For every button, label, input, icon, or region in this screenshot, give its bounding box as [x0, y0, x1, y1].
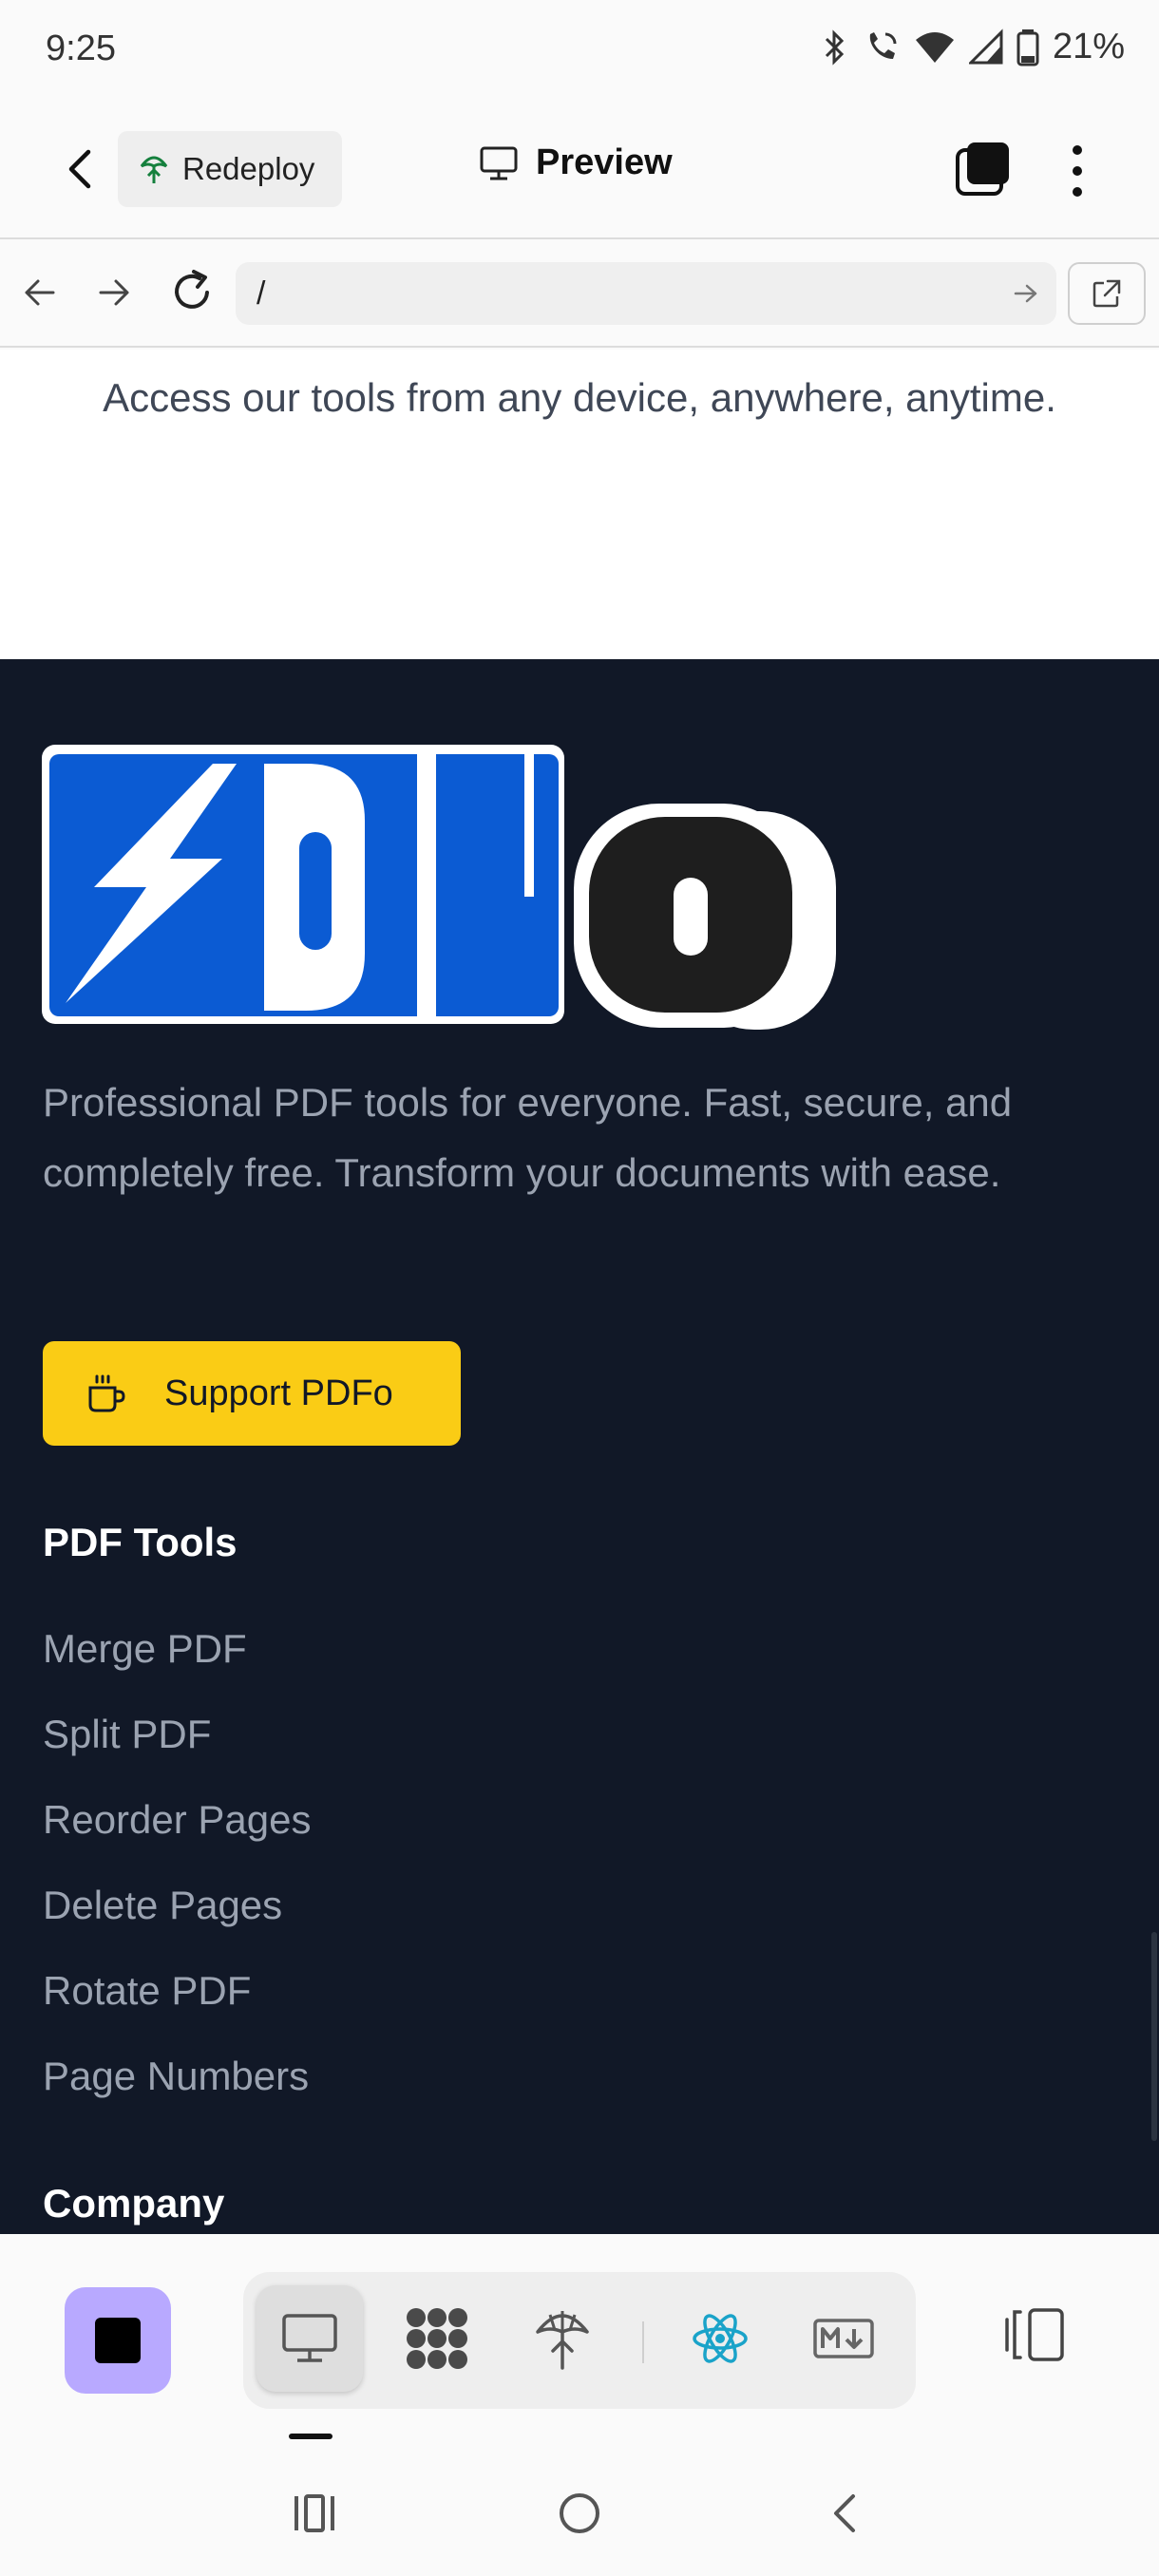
page-scrollbar[interactable] — [1151, 1932, 1157, 2141]
tabs-icon — [956, 142, 1009, 196]
deploy-icon — [140, 156, 168, 183]
browser-back-button[interactable] — [21, 272, 59, 318]
bluetooth-icon — [825, 28, 845, 66]
monitor-icon — [480, 146, 518, 180]
recents-icon — [294, 2494, 334, 2532]
pdfo-logo — [42, 745, 836, 1030]
back-button[interactable] — [53, 142, 106, 196]
battery-icon — [1016, 28, 1039, 66]
markdown-icon — [813, 2319, 874, 2358]
stop-icon — [95, 2318, 141, 2363]
footer-description: Professional PDF tools for everyone. Fas… — [43, 1080, 1013, 1195]
access-text: Access our tools from any device, anywhe… — [103, 375, 1056, 420]
arrow-left-icon — [25, 279, 55, 306]
tool-link-rotate-pdf[interactable]: Rotate PDF — [43, 1968, 251, 2014]
layout-toggle-button[interactable] — [1001, 2306, 1070, 2368]
status-time: 9:25 — [46, 28, 116, 68]
active-view-indicator — [289, 2434, 332, 2439]
support-button[interactable]: Support PDFo — [43, 1341, 461, 1446]
redeploy-button[interactable]: Redeploy — [118, 131, 342, 207]
bottom-toolbar — [0, 2234, 1159, 2453]
url-text: / — [256, 275, 266, 312]
integrations-view-button[interactable] — [384, 2285, 490, 2392]
status-icons: 21% — [821, 27, 1125, 67]
app-header: Redeploy Preview — [0, 99, 1159, 239]
open-external-button[interactable] — [1068, 262, 1146, 325]
react-icon — [693, 2314, 748, 2363]
wifi-icon — [915, 31, 954, 63]
tool-link-reorder-pages[interactable]: Reorder Pages — [43, 1797, 312, 1843]
recents-button[interactable] — [291, 2491, 338, 2541]
toolbar-divider — [642, 2321, 644, 2363]
layout-toggle-icon — [1005, 2308, 1064, 2361]
battery-percentage: 21% — [1052, 27, 1125, 66]
browser-forward-button[interactable] — [95, 272, 133, 318]
more-menu-button[interactable] — [1058, 141, 1096, 201]
reload-button[interactable] — [169, 268, 215, 320]
coffee-cup-icon — [88, 1374, 125, 1412]
tool-link-page-numbers[interactable]: Page Numbers — [43, 2054, 309, 2099]
redeploy-label: Redeploy — [182, 151, 315, 186]
chevron-left-icon — [834, 2494, 855, 2532]
go-arrow-icon[interactable] — [1013, 281, 1039, 306]
support-label: Support PDFo — [164, 1373, 393, 1413]
preview-view-button[interactable] — [256, 2285, 363, 2392]
signal-icon — [968, 28, 1003, 64]
chevron-left-icon — [68, 149, 91, 189]
url-input[interactable]: / — [236, 262, 1056, 325]
tool-link-delete-pages[interactable]: Delete Pages — [43, 1883, 282, 1928]
view-switcher — [243, 2272, 916, 2409]
company-heading: Company — [43, 2181, 225, 2226]
react-view-button[interactable] — [667, 2285, 773, 2392]
more-vertical-icon — [1073, 145, 1082, 197]
status-bar: 9:25 21% — [0, 0, 1159, 99]
site-footer: Professional PDF tools for everyone. Fas… — [0, 659, 1159, 2234]
deploy-icon — [536, 2311, 589, 2370]
stop-button[interactable] — [65, 2287, 171, 2394]
markdown-view-button[interactable] — [790, 2285, 897, 2392]
home-button[interactable] — [557, 2491, 602, 2541]
preview-label: Preview — [536, 142, 673, 182]
tool-link-split-pdf[interactable]: Split PDF — [43, 1712, 211, 1757]
system-navigation-bar — [0, 2453, 1159, 2576]
integrations-icon — [407, 2308, 467, 2369]
pdf-tools-heading: PDF Tools — [43, 1520, 238, 1564]
arrow-right-icon — [99, 279, 129, 306]
external-link-icon — [1092, 279, 1121, 308]
tool-link-merge-pdf[interactable]: Merge PDF — [43, 1626, 247, 1672]
preview-title: Preview — [479, 142, 673, 183]
deploy-view-button[interactable] — [509, 2285, 616, 2392]
monitor-icon — [282, 2314, 337, 2362]
system-back-button[interactable] — [825, 2491, 863, 2541]
reload-icon — [175, 270, 209, 309]
web-content-top: Access our tools from any device, anywhe… — [0, 350, 1159, 659]
wifi-calling-icon — [869, 31, 897, 59]
url-bar: / — [0, 239, 1159, 348]
home-circle-icon — [560, 2493, 599, 2533]
tabs-button[interactable] — [952, 141, 1013, 201]
